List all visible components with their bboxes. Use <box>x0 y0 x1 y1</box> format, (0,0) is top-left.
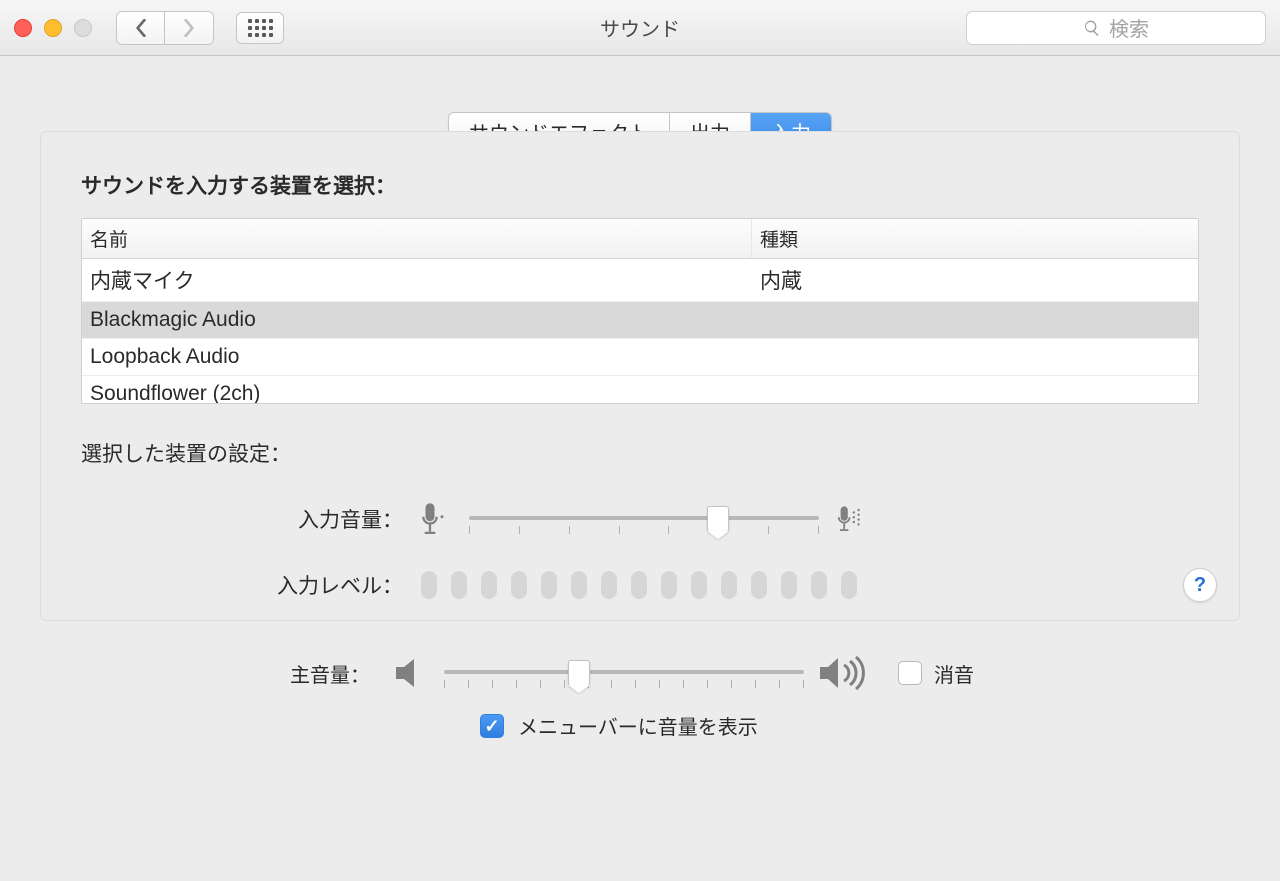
maximize-button <box>74 19 92 37</box>
input-level-row: 入力レベル： <box>81 570 1199 600</box>
search-icon <box>1083 19 1101 37</box>
device-row[interactable]: 内蔵マイク 内蔵 <box>82 259 1198 302</box>
master-volume-slider[interactable] <box>444 670 804 676</box>
forward-button <box>165 12 213 44</box>
mute-checkbox[interactable] <box>898 661 922 685</box>
close-button[interactable] <box>14 19 32 37</box>
device-row[interactable]: Loopback Audio <box>82 339 1198 376</box>
help-button[interactable]: ? <box>1183 568 1217 602</box>
minimize-button[interactable] <box>44 19 62 37</box>
input-volume-row: 入力音量： <box>81 496 1199 542</box>
show-in-menubar-label: メニューバーに音量を表示 <box>518 711 758 740</box>
col-name[interactable]: 名前 <box>82 219 752 258</box>
input-level-label: 入力レベル： <box>81 570 421 600</box>
titlebar: サウンド 検索 <box>0 0 1280 56</box>
input-panel: サウンドを入力する装置を選択： 名前 種類 内蔵マイク 内蔵 Blackmagi… <box>40 131 1240 621</box>
device-row[interactable]: Soundflower (2ch) <box>82 376 1198 403</box>
device-table: 名前 種類 内蔵マイク 内蔵 Blackmagic Audio Loopback… <box>81 218 1199 404</box>
master-volume-section: 主音量： 消音 メニューバーに音量を表示 <box>40 655 1240 740</box>
device-select-heading: サウンドを入力する装置を選択： <box>81 170 1199 200</box>
grid-icon <box>248 19 273 37</box>
nav-segment <box>116 11 214 45</box>
device-settings-heading: 選択した装置の設定： <box>81 438 1199 468</box>
speaker-low-icon <box>394 657 430 689</box>
input-volume-label: 入力音量： <box>81 504 421 534</box>
traffic-lights <box>14 19 92 37</box>
master-volume-label: 主音量： <box>80 659 380 688</box>
mic-high-icon <box>837 496 867 542</box>
back-button[interactable] <box>117 12 165 44</box>
input-volume-slider[interactable] <box>469 516 819 522</box>
speaker-high-icon <box>818 655 874 691</box>
show-in-menubar-checkbox[interactable] <box>480 714 504 738</box>
input-level-meter <box>421 571 857 599</box>
mute-label: 消音 <box>934 659 974 688</box>
search-field[interactable]: 検索 <box>966 11 1266 45</box>
show-all-button[interactable] <box>236 12 284 44</box>
col-kind[interactable]: 種類 <box>752 219 1198 258</box>
mic-low-icon <box>421 496 451 542</box>
device-row[interactable]: Blackmagic Audio <box>82 302 1198 339</box>
search-placeholder: 検索 <box>1109 13 1149 42</box>
window-title: サウンド <box>600 13 680 42</box>
